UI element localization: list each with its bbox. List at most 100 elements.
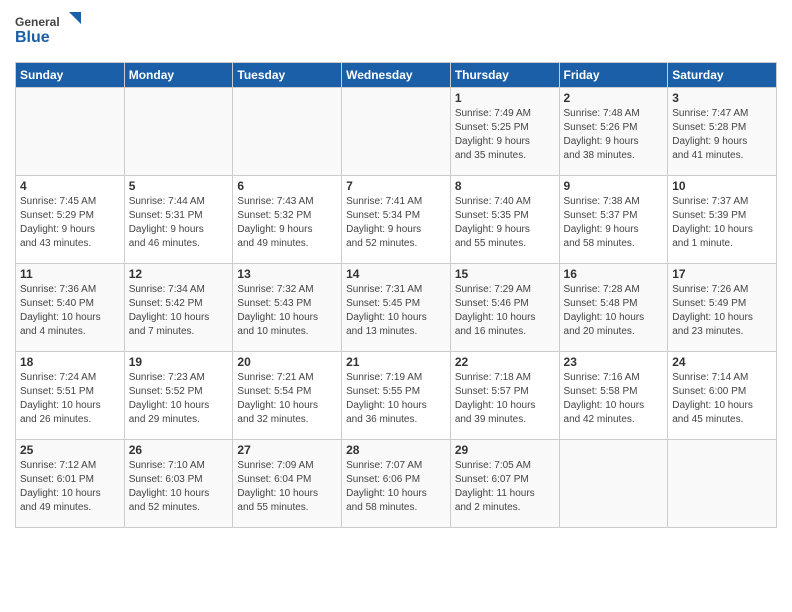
col-header-sunday: Sunday — [16, 63, 125, 88]
col-header-tuesday: Tuesday — [233, 63, 342, 88]
day-number: 13 — [237, 267, 337, 281]
calendar-cell: 10 Sunrise: 7:37 AM Sunset: 5:39 PM Dayli… — [668, 176, 777, 264]
logo-svg: General Blue — [15, 10, 85, 54]
day-info: Sunrise: 7:36 AM Sunset: 5:40 PM Dayligh… — [20, 283, 120, 339]
svg-text:General: General — [15, 15, 60, 29]
col-header-thursday: Thursday — [450, 63, 559, 88]
day-info: Sunrise: 7:12 AM Sunset: 6:01 PM Dayligh… — [20, 459, 120, 515]
day-info: Sunrise: 7:23 AM Sunset: 5:52 PM Dayligh… — [129, 371, 229, 427]
week-row-2: 4 Sunrise: 7:45 AM Sunset: 5:29 PM Daylig… — [16, 176, 777, 264]
day-info: Sunrise: 7:21 AM Sunset: 5:54 PM Dayligh… — [237, 371, 337, 427]
calendar-cell: 20 Sunrise: 7:21 AM Sunset: 5:54 PM Dayli… — [233, 352, 342, 440]
day-info: Sunrise: 7:05 AM Sunset: 6:07 PM Dayligh… — [455, 459, 555, 515]
day-info: Sunrise: 7:31 AM Sunset: 5:45 PM Dayligh… — [346, 283, 446, 339]
calendar-cell: 2 Sunrise: 7:48 AM Sunset: 5:26 PM Daylig… — [559, 88, 668, 176]
day-number: 15 — [455, 267, 555, 281]
day-info: Sunrise: 7:24 AM Sunset: 5:51 PM Dayligh… — [20, 371, 120, 427]
day-number: 14 — [346, 267, 446, 281]
day-number: 1 — [455, 91, 555, 105]
day-number: 18 — [20, 355, 120, 369]
day-info: Sunrise: 7:45 AM Sunset: 5:29 PM Dayligh… — [20, 195, 120, 251]
day-info: Sunrise: 7:09 AM Sunset: 6:04 PM Dayligh… — [237, 459, 337, 515]
calendar-cell: 11 Sunrise: 7:36 AM Sunset: 5:40 PM Dayli… — [16, 264, 125, 352]
week-row-3: 11 Sunrise: 7:36 AM Sunset: 5:40 PM Dayli… — [16, 264, 777, 352]
calendar-cell — [342, 88, 451, 176]
calendar-cell: 23Sunrise: 7:16 AM Sunset: 5:58 PM Dayli… — [559, 352, 668, 440]
calendar-cell: 7 Sunrise: 7:41 AM Sunset: 5:34 PM Daylig… — [342, 176, 451, 264]
calendar-cell — [668, 440, 777, 528]
day-info: Sunrise: 7:34 AM Sunset: 5:42 PM Dayligh… — [129, 283, 229, 339]
calendar-cell: 25 Sunrise: 7:12 AM Sunset: 6:01 PM Dayli… — [16, 440, 125, 528]
calendar-cell: 12 Sunrise: 7:34 AM Sunset: 5:42 PM Dayli… — [124, 264, 233, 352]
day-info: Sunrise: 7:44 AM Sunset: 5:31 PM Dayligh… — [129, 195, 229, 251]
day-info: Sunrise: 7:41 AM Sunset: 5:34 PM Dayligh… — [346, 195, 446, 251]
day-number: 22 — [455, 355, 555, 369]
day-number: 23 — [564, 355, 664, 369]
calendar-cell: 19 Sunrise: 7:23 AM Sunset: 5:52 PM Dayli… — [124, 352, 233, 440]
calendar-cell — [16, 88, 125, 176]
day-info: Sunrise: 7:29 AM Sunset: 5:46 PM Dayligh… — [455, 283, 555, 339]
day-info: Sunrise: 7:47 AM Sunset: 5:28 PM Dayligh… — [672, 107, 772, 163]
day-number: 10 — [672, 179, 772, 193]
day-number: 4 — [20, 179, 120, 193]
week-row-1: 1Sunrise: 7:49 AM Sunset: 5:25 PM Daylig… — [16, 88, 777, 176]
day-number: 9 — [564, 179, 664, 193]
calendar-cell: 3 Sunrise: 7:47 AM Sunset: 5:28 PM Daylig… — [668, 88, 777, 176]
day-info: Sunrise: 7:32 AM Sunset: 5:43 PM Dayligh… — [237, 283, 337, 339]
day-number: 21 — [346, 355, 446, 369]
calendar-cell: 26Sunrise: 7:10 AM Sunset: 6:03 PM Dayli… — [124, 440, 233, 528]
day-number: 24 — [672, 355, 772, 369]
calendar-cell: 17 Sunrise: 7:26 AM Sunset: 5:49 PM Dayli… — [668, 264, 777, 352]
page-header: General Blue — [15, 10, 777, 54]
day-number: 2 — [564, 91, 664, 105]
col-header-wednesday: Wednesday — [342, 63, 451, 88]
logo: General Blue — [15, 10, 85, 54]
calendar-cell: 27 Sunrise: 7:09 AM Sunset: 6:04 PM Dayli… — [233, 440, 342, 528]
day-number: 17 — [672, 267, 772, 281]
calendar-cell: 14 Sunrise: 7:31 AM Sunset: 5:45 PM Dayli… — [342, 264, 451, 352]
day-number: 20 — [237, 355, 337, 369]
day-info: Sunrise: 7:48 AM Sunset: 5:26 PM Dayligh… — [564, 107, 664, 163]
day-info: Sunrise: 7:37 AM Sunset: 5:39 PM Dayligh… — [672, 195, 772, 251]
header-row: SundayMondayTuesdayWednesdayThursdayFrid… — [16, 63, 777, 88]
day-number: 25 — [20, 443, 120, 457]
day-number: 3 — [672, 91, 772, 105]
calendar-cell: 29Sunrise: 7:05 AM Sunset: 6:07 PM Dayli… — [450, 440, 559, 528]
calendar-cell: 24 Sunrise: 7:14 AM Sunset: 6:00 PM Dayli… — [668, 352, 777, 440]
calendar-cell: 28 Sunrise: 7:07 AM Sunset: 6:06 PM Dayli… — [342, 440, 451, 528]
calendar-cell: 4 Sunrise: 7:45 AM Sunset: 5:29 PM Daylig… — [16, 176, 125, 264]
day-info: Sunrise: 7:14 AM Sunset: 6:00 PM Dayligh… — [672, 371, 772, 427]
day-number: 6 — [237, 179, 337, 193]
day-number: 16 — [564, 267, 664, 281]
svg-text:Blue: Blue — [15, 29, 50, 46]
calendar-cell: 6 Sunrise: 7:43 AM Sunset: 5:32 PM Daylig… — [233, 176, 342, 264]
calendar-cell: 8Sunrise: 7:40 AM Sunset: 5:35 PM Daylig… — [450, 176, 559, 264]
day-number: 5 — [129, 179, 229, 193]
day-number: 12 — [129, 267, 229, 281]
col-header-saturday: Saturday — [668, 63, 777, 88]
col-header-friday: Friday — [559, 63, 668, 88]
calendar-table: SundayMondayTuesdayWednesdayThursdayFrid… — [15, 62, 777, 528]
calendar-cell: 5 Sunrise: 7:44 AM Sunset: 5:31 PM Daylig… — [124, 176, 233, 264]
day-number: 8 — [455, 179, 555, 193]
day-number: 26 — [129, 443, 229, 457]
week-row-5: 25 Sunrise: 7:12 AM Sunset: 6:01 PM Dayli… — [16, 440, 777, 528]
calendar-cell: 9 Sunrise: 7:38 AM Sunset: 5:37 PM Daylig… — [559, 176, 668, 264]
day-number: 28 — [346, 443, 446, 457]
day-info: Sunrise: 7:18 AM Sunset: 5:57 PM Dayligh… — [455, 371, 555, 427]
day-info: Sunrise: 7:38 AM Sunset: 5:37 PM Dayligh… — [564, 195, 664, 251]
calendar-cell — [124, 88, 233, 176]
calendar-cell: 22 Sunrise: 7:18 AM Sunset: 5:57 PM Dayli… — [450, 352, 559, 440]
day-info: Sunrise: 7:43 AM Sunset: 5:32 PM Dayligh… — [237, 195, 337, 251]
day-info: Sunrise: 7:26 AM Sunset: 5:49 PM Dayligh… — [672, 283, 772, 339]
day-info: Sunrise: 7:19 AM Sunset: 5:55 PM Dayligh… — [346, 371, 446, 427]
day-number: 11 — [20, 267, 120, 281]
day-number: 7 — [346, 179, 446, 193]
week-row-4: 18 Sunrise: 7:24 AM Sunset: 5:51 PM Dayli… — [16, 352, 777, 440]
calendar-cell — [233, 88, 342, 176]
day-info: Sunrise: 7:07 AM Sunset: 6:06 PM Dayligh… — [346, 459, 446, 515]
day-number: 27 — [237, 443, 337, 457]
col-header-monday: Monday — [124, 63, 233, 88]
calendar-cell: 13 Sunrise: 7:32 AM Sunset: 5:43 PM Dayli… — [233, 264, 342, 352]
day-number: 19 — [129, 355, 229, 369]
